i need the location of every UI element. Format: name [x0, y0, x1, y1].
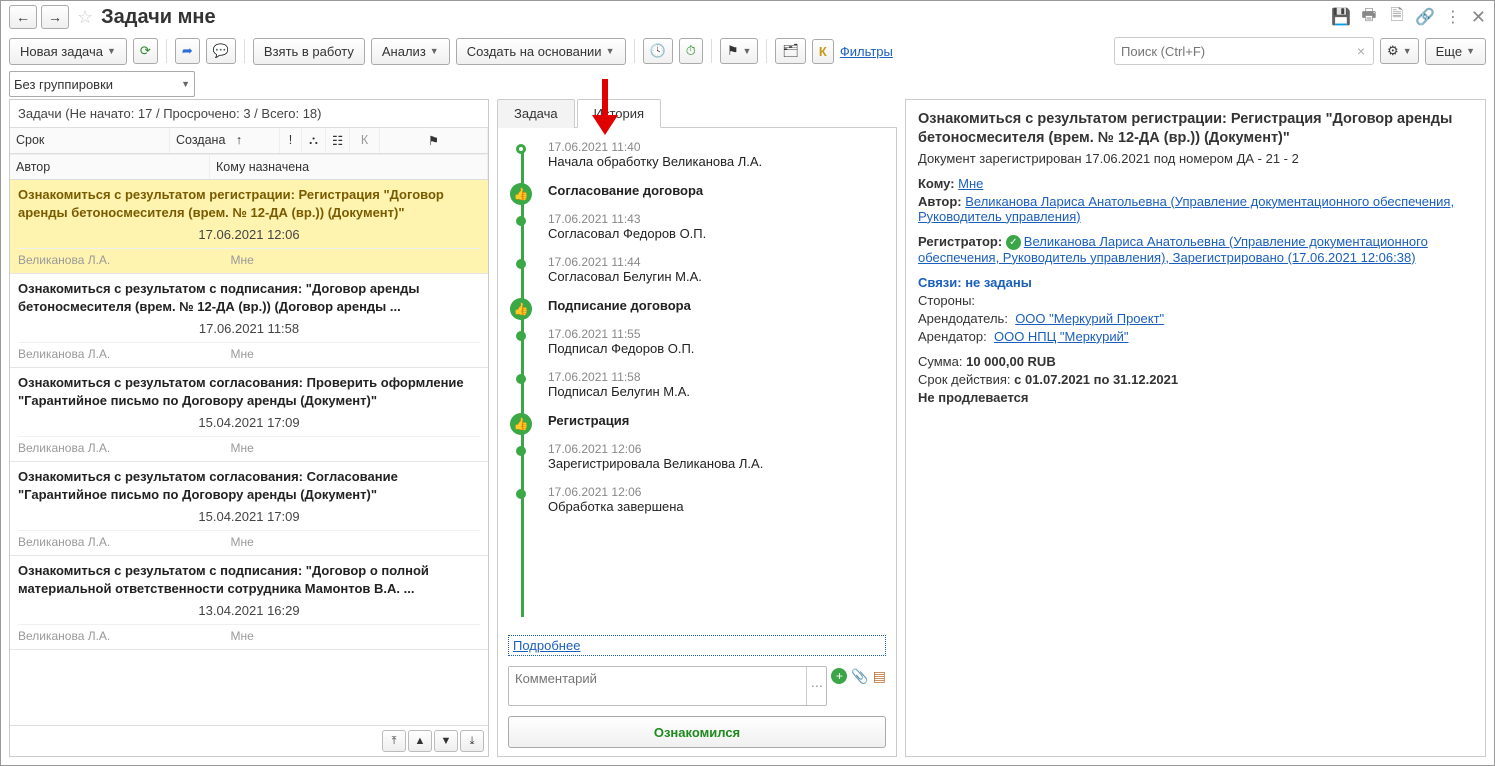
timeline-event: 👍Подписание договора — [534, 294, 886, 323]
scroll-up-button[interactable]: ▲ — [408, 730, 432, 752]
comment-input[interactable] — [509, 667, 804, 690]
flag-button[interactable]: ⚑▼ — [720, 38, 759, 64]
detail-lessor-link[interactable]: ООО "Меркурий Проект" — [1015, 311, 1164, 326]
timeline-event: 👍Регистрация — [534, 409, 886, 438]
task-row[interactable]: Ознакомиться с результатом с подписания:… — [10, 274, 488, 368]
task-row[interactable]: Ознакомиться с результатом согласования:… — [10, 368, 488, 462]
timeline-event: 17.06.2021 11:58Подписал Белугин М.А. — [534, 366, 886, 409]
col-flow-icon[interactable]: ⛬ — [302, 128, 326, 153]
save-icon[interactable]: 💾 — [1331, 7, 1351, 27]
scroll-top-button[interactable]: ⤒ — [382, 730, 406, 752]
print-icon[interactable]: 🖶 — [1359, 7, 1379, 27]
col-created[interactable]: Создана ↑ — [170, 128, 280, 153]
close-icon[interactable]: ✕ — [1471, 7, 1486, 28]
comment-expand-icon[interactable]: ⋯ — [806, 667, 826, 705]
clock-button[interactable]: 🕓 — [643, 38, 673, 64]
col-important-icon[interactable]: ! — [280, 128, 302, 153]
create-based-on-button[interactable]: Создать на основании▼ — [456, 38, 626, 65]
col-assigned[interactable]: Кому назначена — [210, 154, 488, 179]
scroll-bottom-button[interactable]: ⤓ — [460, 730, 484, 752]
more-button[interactable]: Еще▼ — [1425, 38, 1486, 65]
preview-icon[interactable]: 🗎 — [1387, 7, 1407, 27]
filters-link[interactable]: Фильтры — [840, 44, 893, 59]
detail-to-link[interactable]: Мне — [958, 176, 983, 191]
tab-task[interactable]: Задача — [497, 99, 575, 128]
favorite-star-icon[interactable]: ☆ — [77, 7, 93, 28]
timeline-event: 17.06.2021 11:40Начала обработку Великан… — [534, 136, 886, 179]
history-pane: Задача История 17.06.2021 11:40Начала об… — [497, 99, 897, 757]
task-list-pane: Задачи (Не начато: 17 / Просрочено: 3 / … — [9, 99, 489, 757]
comment-input-wrapper: ⋯ — [508, 666, 827, 706]
comment-add-icon[interactable]: + — [831, 668, 847, 684]
task-summary: Задачи (Не начато: 17 / Просрочено: 3 / … — [10, 100, 488, 128]
check-icon: ✓ — [1006, 235, 1021, 250]
detail-author-link[interactable]: Великанова Лариса Анатольевна (Управлени… — [918, 194, 1454, 224]
task-row[interactable]: Ознакомиться с результатом регистрации: … — [10, 180, 488, 274]
comment-attach-icon[interactable]: 📎 — [851, 668, 868, 685]
detail-registered: Документ зарегистрирован 17.06.2021 под … — [918, 151, 1473, 166]
task-row[interactable]: Ознакомиться с результатом с подписания:… — [10, 556, 488, 650]
forward-button[interactable]: ➦ — [175, 38, 200, 64]
take-to-work-button[interactable]: Взять в работу — [253, 38, 365, 65]
col-k[interactable]: К — [350, 128, 380, 153]
grouping-select[interactable]: Без группировки ▼ — [9, 71, 195, 97]
kebab-menu-icon[interactable]: ⋮ — [1443, 7, 1463, 27]
scroll-down-button[interactable]: ▼ — [434, 730, 458, 752]
details-pane: Ознакомиться с результатом регистрации: … — [905, 99, 1486, 757]
timeline-event: 17.06.2021 11:43Согласовал Федоров О.П. — [534, 208, 886, 251]
nav-back-button[interactable]: ← — [9, 5, 37, 29]
comment-stamp-icon[interactable]: ▤ — [873, 668, 886, 685]
col-flag-icon[interactable]: ⚑ — [380, 128, 488, 153]
timeline-event: 17.06.2021 11:44Согласовал Белугин М.А. — [534, 251, 886, 294]
tab-history[interactable]: История — [577, 99, 661, 128]
analysis-button[interactable]: Анализ▼ — [371, 38, 450, 65]
new-task-button[interactable]: Новая задача▼ — [9, 38, 127, 65]
col-tree-icon[interactable]: ☷ — [326, 128, 350, 153]
timeline-event: 17.06.2021 12:06Зарегистрировала Великан… — [534, 438, 886, 481]
search-input[interactable] — [1119, 42, 1353, 61]
detail-lessee-link[interactable]: ООО НПЦ "Меркурий" — [994, 329, 1129, 344]
timeline-event: 👍Согласование договора — [534, 179, 886, 208]
refresh-button[interactable]: ⟳ — [133, 38, 158, 64]
timeline-event: 17.06.2021 11:55Подписал Федоров О.П. — [534, 323, 886, 366]
tree-button[interactable]: 🗂 — [775, 38, 806, 64]
more-link[interactable]: Подробнее — [508, 635, 886, 656]
timer-button[interactable]: ⏱ — [679, 38, 703, 64]
settings-button[interactable]: ⚙▼ — [1380, 38, 1419, 64]
link-icon[interactable]: 🔗 — [1415, 7, 1435, 27]
detail-title: Ознакомиться с результатом регистрации: … — [918, 110, 1473, 148]
search-input-wrapper: × — [1114, 37, 1374, 65]
acknowledge-button[interactable]: Ознакомился — [508, 716, 886, 748]
detail-links[interactable]: Связи: не заданы — [918, 275, 1473, 290]
timeline-event: 17.06.2021 12:06Обработка завершена — [534, 481, 886, 524]
chat-button[interactable]: 💬 — [206, 38, 236, 64]
col-due[interactable]: Срок — [10, 128, 170, 153]
nav-forward-button[interactable]: → — [41, 5, 69, 29]
task-row[interactable]: Ознакомиться с результатом согласования:… — [10, 462, 488, 556]
search-clear-icon[interactable]: × — [1353, 43, 1369, 59]
page-title: Задачи мне — [101, 6, 215, 29]
col-author[interactable]: Автор — [10, 154, 210, 179]
k-button[interactable]: К — [812, 39, 834, 64]
